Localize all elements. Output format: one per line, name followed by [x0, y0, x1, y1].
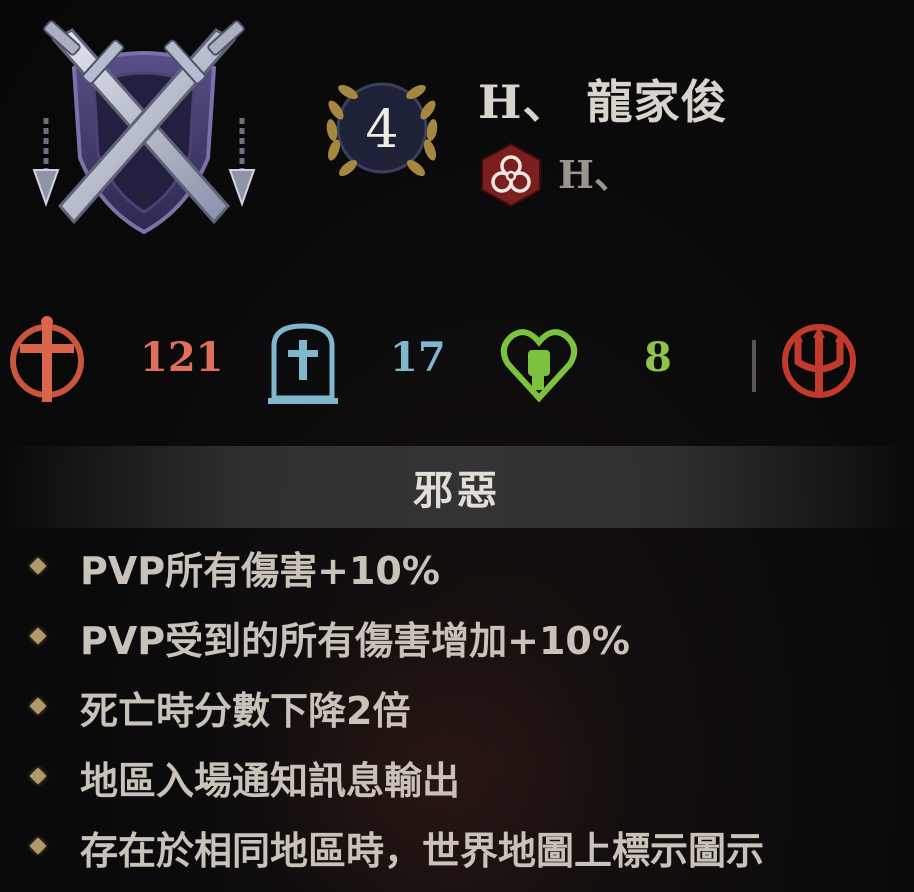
stat-value-text: 121 [140, 334, 224, 381]
diamond-bullet-icon [29, 767, 47, 785]
effect-text: 地區入場通知訊息輸出 [80, 759, 461, 803]
guild-name: H、 [558, 152, 632, 197]
stat-value-1: 121 [140, 334, 224, 381]
biohazard-icon [481, 142, 541, 208]
status-banner: 邪惡 [0, 446, 914, 528]
list-item: 死亡時分數下降2倍 [0, 670, 914, 740]
diamond-bullet-icon [29, 837, 47, 855]
status-title: 邪惡 [413, 468, 501, 514]
crossed-swords-shield-icon [32, 20, 256, 235]
list-item: 存在於相同地區時，世界地圖上標示圖示 [0, 810, 914, 880]
dagger-cross-icon [10, 316, 84, 402]
effect-text: 存在於相同地區時，世界地圖上標示圖示 [80, 829, 765, 873]
effect-text: PVP受到的所有傷害增加+10% [80, 619, 630, 663]
trident-icon [782, 324, 856, 398]
list-item: PVP所有傷害+10% [0, 530, 914, 600]
effect-text: PVP所有傷害+10% [80, 549, 440, 593]
stat-value-text: 8 [644, 334, 672, 381]
diamond-bullet-icon [29, 697, 47, 715]
level-badge: 4 [312, 70, 452, 190]
level-number: 4 [365, 100, 399, 160]
diamond-bullet-icon [29, 557, 47, 575]
list-item: 地區入場通知訊息輸出 [0, 740, 914, 810]
separator [752, 340, 756, 392]
stat-value-2: 17 [390, 334, 446, 381]
heart-fist-icon [500, 329, 578, 403]
stats-row: 121 17 8 [0, 312, 914, 412]
stat-value-text: 17 [390, 334, 446, 381]
diamond-bullet-icon [29, 627, 47, 645]
tombstone-icon [268, 323, 338, 404]
stat-value-3: 8 [644, 334, 672, 381]
player-name: H、 龍家俊 [478, 75, 728, 129]
effect-text: 死亡時分數下降2倍 [80, 689, 411, 733]
list-item: PVP受到的所有傷害增加+10% [0, 600, 914, 670]
